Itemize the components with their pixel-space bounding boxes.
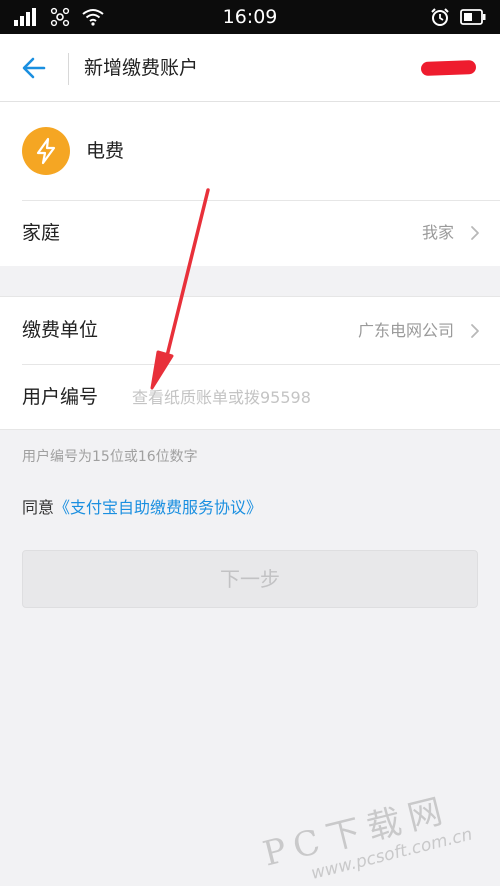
lightning-icon [36,137,56,165]
alarm-clock-icon [431,8,449,26]
account-number-hint: 用户编号为15位或16位数字 [22,449,198,465]
family-group-value: 我家 [421,223,454,242]
billing-unit-value: 广东电网公司 [357,321,454,340]
status-time: 16:09 [222,6,278,28]
account-number-input[interactable] [132,380,472,414]
billing-unit-label: 缴费单位 [22,319,99,341]
back-arrow-icon [22,57,46,79]
back-button[interactable] [14,50,54,86]
chevron-right-icon [470,297,480,364]
service-icon [22,127,70,175]
battery-icon [460,9,486,25]
chevron-right-icon [470,200,480,266]
billing-card: 缴费单位 广东电网公司 用户编号 [0,296,500,430]
status-bar: 16:09 [0,0,500,34]
service-card: 电费 家庭 我家 [0,102,500,266]
account-number-label: 用户编号 [22,386,99,408]
nav-divider [68,53,69,85]
service-label: 电费 [86,140,125,162]
billing-unit-row[interactable]: 缴费单位 广东电网公司 [0,297,500,364]
watermark: PC下载网 www.pcsoft.com.cn [259,777,486,886]
status-right-icons [430,7,486,27]
agreement-prefix: 同意 [22,498,55,517]
next-step-button[interactable]: 下一步 [22,550,478,608]
page-title: 新增缴费账户 [84,57,199,79]
family-group-label: 家庭 [22,222,61,244]
service-row: 电费 [0,102,500,200]
redaction-mark [420,60,477,76]
agreement-link[interactable]: 《支付宝自助缴费服务协议》 [54,498,262,517]
agreement: 同意《支付宝自助缴费服务协议》 [22,494,262,518]
account-number-row: 用户编号 [0,364,500,430]
family-group-row[interactable]: 家庭 我家 [0,200,500,266]
nav-bar: 新增缴费账户 [0,34,500,102]
